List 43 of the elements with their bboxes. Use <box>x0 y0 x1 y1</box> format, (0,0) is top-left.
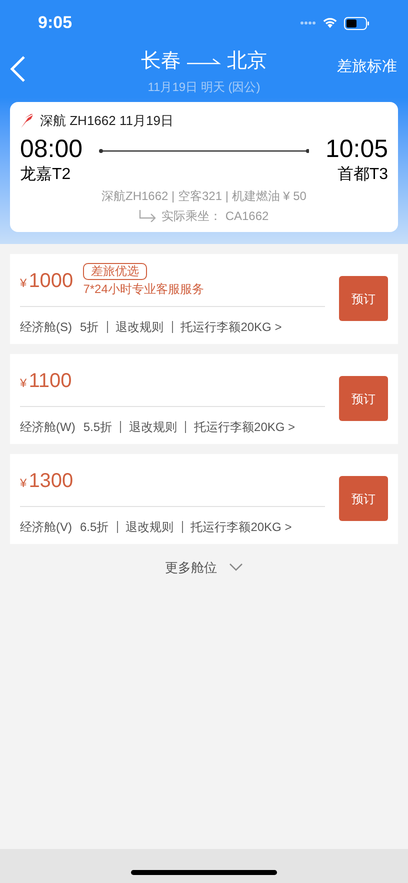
route-destination: 北京 <box>227 49 267 74</box>
refund-rules-link[interactable]: 退改规则 <box>129 418 178 436</box>
status-time: 9:05 <box>38 12 72 34</box>
book-button[interactable]: 预订 <box>339 476 388 521</box>
fare-price: 1100 <box>28 368 72 392</box>
discount-rate: 6.5折 <box>80 518 109 536</box>
flight-details: 深航ZH1662 | 空客321 | 机建燃油 ¥ 50 <box>102 188 306 204</box>
service-note: 7*24小时专业客服服务 <box>83 280 204 298</box>
signal-icon <box>300 21 316 25</box>
depart-airport: 龙嘉T2 <box>20 164 72 184</box>
book-button[interactable]: 预订 <box>339 376 388 421</box>
actual-flight-number: CA1662 <box>225 208 269 224</box>
battery-icon <box>344 16 370 30</box>
more-cabins-button[interactable]: 更多舱位 <box>165 558 217 577</box>
back-icon[interactable] <box>10 56 26 82</box>
arrive-time: 10:05 <box>325 134 388 162</box>
route-origin: 长春 <box>141 49 181 74</box>
flight-info: 深航 ZH1662 11月19日 <box>40 112 174 130</box>
wifi-icon <box>322 17 338 29</box>
baggage-allowance-link[interactable]: 托运行李额20KG > <box>194 418 296 436</box>
baggage-allowance-link[interactable]: 托运行李额20KG > <box>190 518 292 536</box>
fare-price: 1000 <box>28 268 74 292</box>
currency-symbol: ¥ <box>20 474 27 492</box>
date-subtitle: 11月19日 明天 (因公) <box>148 79 260 96</box>
baggage-allowance-link[interactable]: 托运行李额20KG > <box>180 318 282 336</box>
depart-time: 08:00 <box>20 134 83 162</box>
preferred-badge: 差旅优选 <box>83 262 148 280</box>
discount-rate: 5折 <box>80 318 99 336</box>
discount-rate: 5.5折 <box>83 418 112 436</box>
cabin-class: 经济舱(V) <box>20 518 72 536</box>
airline-logo-icon <box>20 112 34 129</box>
currency-symbol: ¥ <box>20 274 27 292</box>
chevron-down-icon <box>229 563 243 572</box>
turn-arrow-icon <box>139 210 158 222</box>
book-button[interactable]: 预订 <box>339 276 388 321</box>
cabin-class: 经济舱(S) <box>20 318 72 336</box>
fare-price: 1300 <box>28 468 74 492</box>
currency-symbol: ¥ <box>20 374 27 392</box>
arrive-airport: 首都T3 <box>337 164 388 184</box>
actual-flight-label: 实际乘坐： <box>161 208 222 224</box>
refund-rules-link[interactable]: 退改规则 <box>126 518 174 536</box>
refund-rules-link[interactable]: 退改规则 <box>116 318 164 336</box>
cabin-class: 经济舱(W) <box>20 418 76 436</box>
